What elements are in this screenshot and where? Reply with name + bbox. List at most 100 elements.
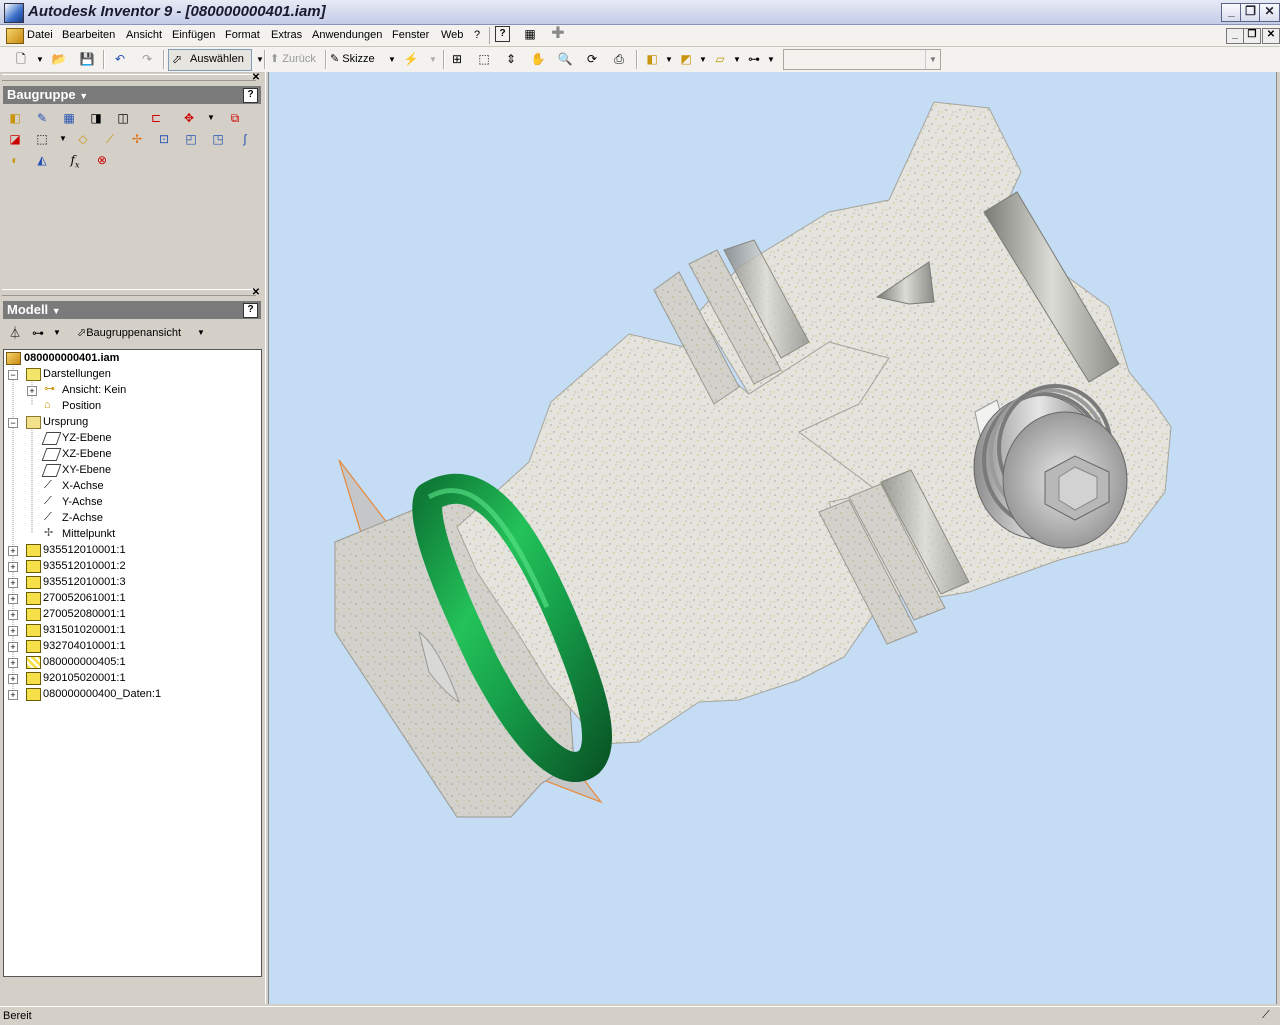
replace-component-icon[interactable]: ⧉ bbox=[226, 109, 244, 127]
copy-component-icon[interactable]: ◫ bbox=[114, 109, 132, 127]
ground-plane-dropdown-icon[interactable]: ▼ bbox=[728, 51, 746, 68]
help-icon[interactable]: ? bbox=[495, 26, 510, 42]
update-dropdown-icon[interactable]: ▼ bbox=[424, 51, 442, 68]
ucs-icon[interactable]: ⊡ bbox=[155, 130, 173, 148]
panel-grip[interactable] bbox=[2, 74, 256, 81]
work-plane-icon[interactable]: ◇ bbox=[74, 130, 92, 148]
assembly-view-button[interactable]: ⬀Baugruppenansicht bbox=[77, 326, 181, 339]
section-view-icon[interactable]: ◪ bbox=[6, 130, 24, 148]
expand-icon[interactable]: + bbox=[8, 562, 18, 572]
display-mode-icon[interactable]: ◧ bbox=[643, 51, 661, 68]
tree-view-icon[interactable]: ⊶ bbox=[29, 324, 47, 342]
panel-grip[interactable] bbox=[2, 289, 256, 296]
zoom-selected-icon[interactable]: 🔍 bbox=[556, 51, 574, 68]
sketch-button[interactable]: ✎ Skizze bbox=[330, 51, 375, 68]
work-axis-icon[interactable]: ⟋ bbox=[101, 130, 119, 148]
menu-web[interactable]: Web bbox=[441, 29, 463, 41]
extrude-icon[interactable]: ◰ bbox=[182, 130, 200, 148]
menu-ansicht[interactable]: Ansicht bbox=[126, 29, 162, 41]
place-component-icon[interactable]: ◧ bbox=[6, 109, 24, 127]
camera-icon[interactable]: ◩ bbox=[677, 51, 695, 68]
mdi-minimize-button[interactable]: _ bbox=[1226, 28, 1244, 44]
expand-icon[interactable]: + bbox=[8, 546, 18, 556]
menu-anwendungen[interactable]: Anwendungen bbox=[312, 29, 382, 41]
camera-dropdown-icon[interactable]: ▼ bbox=[694, 51, 712, 68]
move-component-icon[interactable]: ✥ bbox=[180, 109, 198, 127]
help-icon[interactable]: ? bbox=[243, 303, 258, 318]
create-component-icon[interactable]: ✎ bbox=[33, 109, 51, 127]
menu-bearbeiten[interactable]: Bearbeiten bbox=[62, 29, 115, 41]
constraint-icon[interactable]: ⊏ bbox=[147, 109, 165, 127]
select-button[interactable]: ⬀ Auswählen bbox=[168, 49, 252, 71]
sweep-icon[interactable]: ∫ bbox=[236, 130, 254, 148]
bom-icon[interactable]: ⊗ bbox=[93, 151, 111, 169]
undo-icon[interactable]: ↶ bbox=[111, 51, 129, 68]
calculator-icon[interactable]: ▦ bbox=[521, 26, 539, 43]
document-icon[interactable] bbox=[6, 28, 24, 44]
expand-icon[interactable]: + bbox=[27, 386, 37, 396]
sketch-dropdown-icon[interactable]: ▼ bbox=[383, 51, 401, 68]
expand-icon[interactable]: + bbox=[8, 690, 18, 700]
model-panel-header[interactable]: Modell ▼ ? bbox=[3, 301, 261, 319]
assembly-view-dropdown-icon[interactable]: ▼ bbox=[192, 324, 210, 342]
chamfer-icon[interactable]: ◭ bbox=[33, 151, 51, 169]
menu-datei[interactable]: Datei bbox=[27, 29, 53, 41]
pan-icon[interactable]: ✋ bbox=[529, 51, 547, 68]
save-icon[interactable]: 💾 bbox=[78, 51, 96, 68]
open-icon[interactable]: 📂 bbox=[50, 51, 68, 68]
zoom-all-icon[interactable]: ⊞ bbox=[448, 51, 466, 68]
mdi-restore-button[interactable]: ❐ bbox=[1243, 28, 1261, 44]
expand-icon[interactable]: + bbox=[8, 610, 18, 620]
new-icon[interactable]: 🗋 bbox=[12, 51, 30, 68]
tree-view-dropdown-icon[interactable]: ▼ bbox=[48, 324, 66, 342]
chevron-down-icon[interactable]: ▼ bbox=[925, 50, 940, 69]
hole-icon[interactable]: ◐ bbox=[6, 151, 24, 169]
close-button[interactable]: ✕ bbox=[1259, 3, 1280, 22]
select-dropdown-icon[interactable]: ▼ bbox=[251, 51, 269, 68]
parameters-icon[interactable]: fx bbox=[66, 151, 84, 169]
menu-help[interactable]: ? bbox=[474, 29, 480, 41]
new-dropdown-icon[interactable]: ▼ bbox=[31, 51, 49, 68]
pattern-component-icon[interactable]: ▦ bbox=[60, 109, 78, 127]
expand-icon[interactable]: + bbox=[8, 642, 18, 652]
minimize-button[interactable]: _ bbox=[1221, 3, 1242, 22]
style-combo[interactable]: ▼ bbox=[783, 49, 941, 70]
expand-icon[interactable]: + bbox=[8, 626, 18, 636]
menu-fenster[interactable]: Fenster bbox=[392, 29, 429, 41]
analyze-interference-icon[interactable]: ⬚ bbox=[33, 130, 51, 148]
back-button[interactable]: ⬆ Zurück bbox=[270, 51, 316, 68]
assembly-panel-header[interactable]: Baugruppe ▼ ? bbox=[3, 86, 261, 104]
filter-icon[interactable]: ⏃ bbox=[6, 324, 24, 342]
analyze-dropdown-icon[interactable]: ▼ bbox=[54, 130, 72, 148]
menu-extras[interactable]: Extras bbox=[271, 29, 302, 41]
expand-icon[interactable]: + bbox=[8, 674, 18, 684]
update-icon[interactable]: ⚡ bbox=[402, 51, 420, 68]
add-icon[interactable]: ✚ bbox=[549, 25, 567, 42]
assembly-3d-model[interactable] bbox=[269, 72, 1277, 1004]
look-at-icon[interactable]: ⎙ bbox=[610, 51, 628, 68]
menu-einfuegen[interactable]: Einfügen bbox=[172, 29, 215, 41]
collapse-icon[interactable]: − bbox=[8, 370, 18, 380]
panel-close-icon[interactable]: ✕ bbox=[251, 73, 261, 83]
resize-grip-icon[interactable]: ⟋ bbox=[1262, 1009, 1270, 1022]
hierarchy-icon[interactable]: ⊶ bbox=[745, 51, 763, 68]
expand-icon[interactable]: + bbox=[8, 578, 18, 588]
mirror-component-icon[interactable]: ◨ bbox=[87, 109, 105, 127]
move-dropdown-icon[interactable]: ▼ bbox=[202, 109, 220, 127]
work-point-icon[interactable]: ✢ bbox=[128, 130, 146, 148]
expand-icon[interactable]: + bbox=[8, 594, 18, 604]
maximize-button[interactable]: ❐ bbox=[1240, 3, 1261, 22]
graphics-viewport[interactable] bbox=[268, 72, 1277, 1004]
redo-icon[interactable]: ↷ bbox=[138, 51, 156, 68]
expand-icon[interactable]: + bbox=[8, 658, 18, 668]
menu-format[interactable]: Format bbox=[225, 29, 260, 41]
zoom-icon[interactable]: ⇕ bbox=[502, 51, 520, 68]
display-mode-dropdown-icon[interactable]: ▼ bbox=[660, 51, 678, 68]
hierarchy-dropdown-icon[interactable]: ▼ bbox=[762, 51, 780, 68]
ground-plane-icon[interactable]: ▱ bbox=[711, 51, 729, 68]
collapse-icon[interactable]: − bbox=[8, 418, 18, 428]
zoom-window-icon[interactable]: ⬚ bbox=[475, 51, 493, 68]
app-icon[interactable] bbox=[4, 3, 24, 23]
panel-close-icon[interactable]: ✕ bbox=[251, 288, 261, 298]
help-icon[interactable]: ? bbox=[243, 88, 258, 103]
